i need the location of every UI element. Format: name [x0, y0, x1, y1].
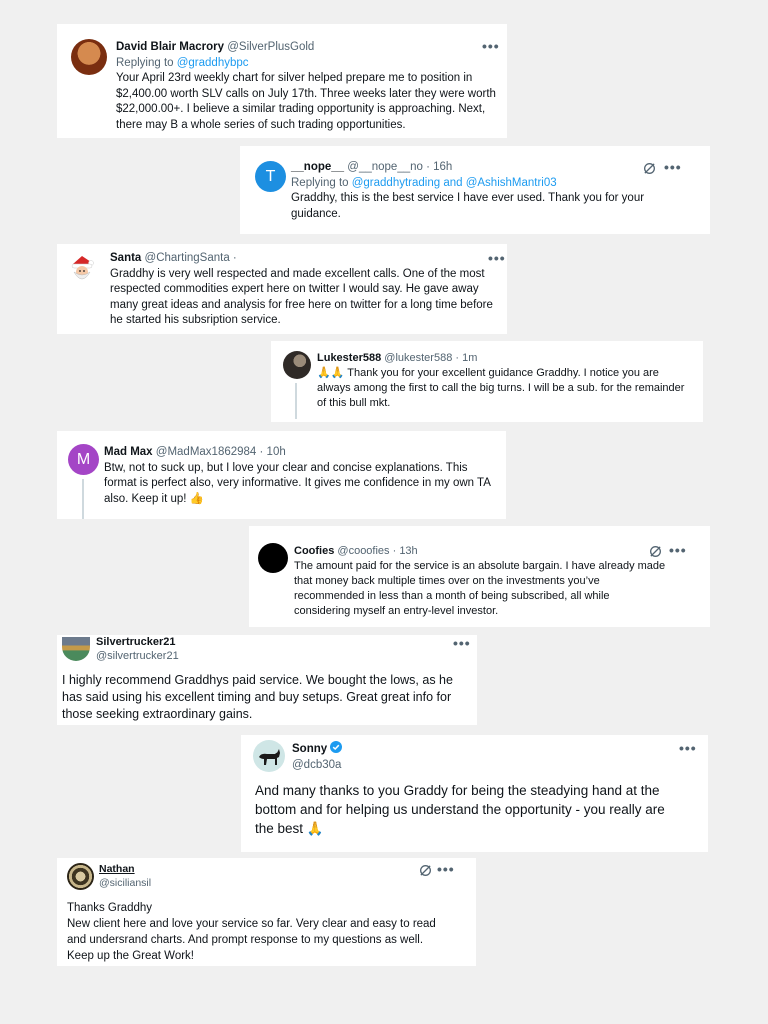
- avatar[interactable]: [71, 39, 107, 75]
- grok-icon[interactable]: [419, 864, 432, 877]
- tweet-text-line: Thanks Graddhy: [67, 902, 153, 914]
- tweet-card-coofies[interactable]: Coofies @cooofies · 13h The amount paid …: [249, 526, 710, 627]
- author-handle[interactable]: @dcb30a: [292, 758, 342, 774]
- tweet-text-line: 🙏🙏 Thank you for your excellent guidance…: [317, 367, 659, 379]
- tweet-card-madmax[interactable]: M Mad Max @MadMax1862984 · 10h Btw, not …: [57, 431, 506, 519]
- tweet-text-line: Your April 23rd weekly chart for silver …: [116, 72, 473, 84]
- tweet-text-line: there may B a whole series of such tradi…: [116, 118, 406, 131]
- avatar[interactable]: [283, 351, 311, 379]
- tweet-text-line: Graddhy, this is the best service I have…: [291, 192, 645, 204]
- more-icon[interactable]: •••: [664, 159, 682, 175]
- author-handle[interactable]: @ChartingSanta ·: [145, 252, 237, 264]
- avatar[interactable]: [62, 637, 90, 661]
- tweet-text-line: recommended in less than a month of bein…: [294, 590, 610, 602]
- thread-line: [82, 479, 84, 519]
- author-name[interactable]: __nope__: [291, 161, 344, 173]
- author-handle[interactable]: @cooofies · 13h: [337, 545, 417, 557]
- tweet-card-sonny[interactable]: Sonny @dcb30a ••• And many thanks to you…: [241, 735, 708, 852]
- tweet-text-line: $2,400.00 worth SLV calls on July 17th. …: [116, 87, 496, 100]
- tweet-card-nope[interactable]: T __nope__ @__nope__no · 16h Replying to…: [240, 146, 710, 234]
- tweet-text-line: and undersrand charts. And prompt respon…: [67, 934, 424, 946]
- tweet-text-line: respected commodities expert here on twi…: [110, 283, 479, 295]
- tweet-card-lukester[interactable]: Lukester588 @lukester588 · 1m 🙏🙏 Thank y…: [271, 341, 703, 422]
- replying-to: Replying to @graddhytrading and @AshishM…: [291, 176, 557, 189]
- author-name[interactable]: Santa: [110, 252, 141, 264]
- verified-badge-icon: [330, 741, 343, 753]
- grok-icon[interactable]: [643, 162, 656, 175]
- author-handle[interactable]: @MadMax1862984 · 10h: [156, 446, 286, 458]
- author-name[interactable]: Silvertrucker21: [96, 635, 179, 649]
- author-handle[interactable]: @lukester588 · 1m: [384, 352, 477, 364]
- tweet-text-line: bottom and for helping us understand the…: [255, 802, 665, 817]
- author-name[interactable]: Mad Max: [104, 446, 153, 458]
- reply-mention-link[interactable]: @graddhytrading and @AshishMantri03: [352, 177, 557, 189]
- grok-icon[interactable]: [649, 545, 662, 558]
- avatar-letter: T: [265, 167, 276, 185]
- tweet-card-santa[interactable]: Santa @ChartingSanta · Graddhy is very w…: [57, 244, 507, 334]
- author-handle[interactable]: @silvertrucker21: [96, 649, 179, 663]
- avatar-letter: M: [76, 450, 91, 468]
- tweet-text-line: I highly recommend Graddhys paid service…: [62, 673, 453, 687]
- dog-avatar-icon[interactable]: [253, 740, 285, 772]
- tweet-text-line: many great ideas and analysis for free h…: [110, 298, 493, 311]
- tweet-text-line: always among the first to call the big t…: [317, 382, 685, 394]
- avatar[interactable]: M: [68, 444, 99, 475]
- author-handle[interactable]: @SilverPlusGold: [227, 41, 314, 53]
- more-icon[interactable]: •••: [669, 542, 687, 558]
- avatar[interactable]: [258, 543, 288, 573]
- author-name[interactable]: Sonny: [292, 743, 327, 755]
- more-icon[interactable]: •••: [482, 38, 500, 54]
- tweet-text-line: $22,000.00+. I believe a similar trading…: [116, 103, 486, 115]
- author-handle[interactable]: @__nope__no · 16h: [347, 161, 452, 173]
- reply-mention-link[interactable]: @graddhybpc: [177, 57, 249, 69]
- author-name[interactable]: Coofies: [294, 545, 334, 557]
- tweet-text-line: Graddhy is very well respected and made …: [110, 267, 485, 280]
- avatar[interactable]: T: [255, 161, 286, 192]
- tweet-text-line: The amount paid for the service is an ab…: [294, 560, 666, 572]
- tweet-text-line: has said using his excellent timing and …: [62, 690, 452, 704]
- tweet-card-nathan[interactable]: Nathan @siciliansil ••• Thanks Graddhy N…: [57, 858, 476, 966]
- author-name[interactable]: Lukester588: [317, 352, 381, 364]
- author-name[interactable]: David Blair Macrory: [116, 41, 224, 53]
- santa-avatar-icon[interactable]: [69, 254, 95, 284]
- tweet-text-line: that money back multiple times over on t…: [294, 575, 600, 587]
- tweet-text-line: Btw, not to suck up, but I love your cle…: [104, 461, 468, 474]
- tweet-card-silvertrucker[interactable]: Silvertrucker21 @silvertrucker21 ••• I h…: [57, 635, 477, 725]
- avatar[interactable]: [67, 863, 94, 890]
- thread-line: [295, 383, 297, 419]
- tweet-text-line: the best 🙏: [255, 821, 324, 836]
- more-icon[interactable]: •••: [453, 635, 471, 651]
- more-icon[interactable]: •••: [679, 740, 697, 756]
- tweet-text-line: also. Keep it up! 👍: [104, 492, 204, 505]
- tweet-text-line: of this bull mkt.: [317, 397, 391, 409]
- tweet-text-line: considering myself an entry-level invest…: [294, 605, 499, 617]
- tweet-card-david[interactable]: David Blair Macrory @SilverPlusGold Repl…: [57, 24, 507, 138]
- tweet-text-line: New client here and love your service so…: [67, 918, 436, 930]
- tweet-text-line: he started his subsription service.: [110, 314, 281, 326]
- tweet-text-line: those seeking extraordinary gains.: [62, 707, 253, 721]
- author-name[interactable]: Nathan: [99, 863, 151, 877]
- more-icon[interactable]: •••: [437, 861, 455, 877]
- replying-to: Replying to @graddhybpc: [116, 56, 249, 69]
- tweet-text-line: guidance.: [291, 207, 341, 220]
- author-handle[interactable]: @siciliansil: [99, 877, 151, 891]
- tweet-text-line: format is perfect also, very informative…: [104, 477, 491, 489]
- more-icon[interactable]: •••: [488, 250, 506, 266]
- tweet-text-line: And many thanks to you Graddy for being …: [255, 783, 660, 798]
- tweet-text-line: Keep up the Great Work!: [67, 950, 194, 962]
